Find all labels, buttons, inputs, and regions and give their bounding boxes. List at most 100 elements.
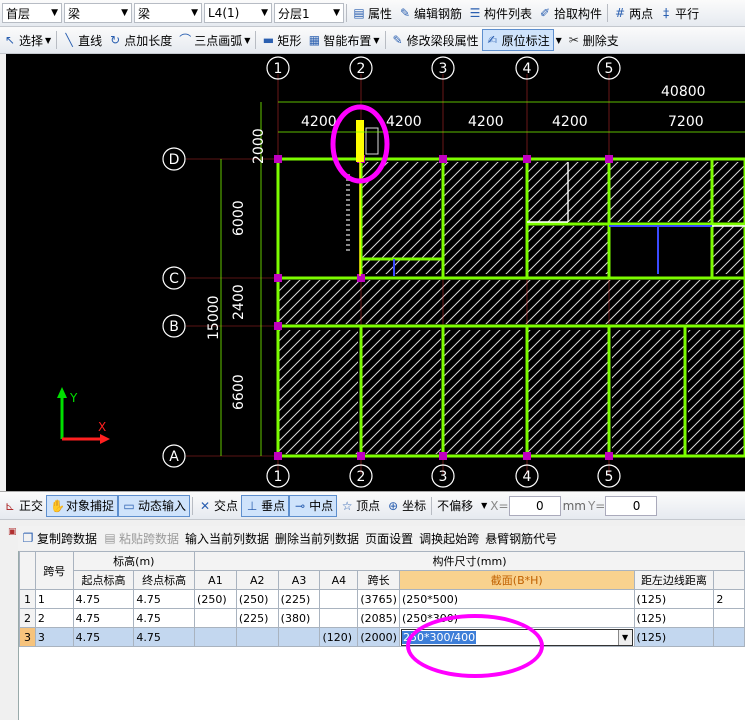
dim-span-4: 4200 [552, 114, 588, 130]
delete-support-button[interactable]: ✂ 删除支 [564, 29, 622, 51]
perpendicular-button[interactable]: ⊥ 垂点 [241, 494, 290, 517]
cell-start-elev[interactable]: 4.75 [72, 627, 135, 647]
cell-a4[interactable]: (120) [319, 627, 359, 647]
edit-rebar-button[interactable]: ✎ 编辑钢筋 [395, 2, 465, 24]
cell-section[interactable]: (250*300) [398, 608, 635, 628]
row-number: 1 [19, 589, 36, 609]
line-button[interactable]: ╲ 直线 [59, 29, 105, 51]
separator [56, 31, 58, 49]
cell-left-distance[interactable]: (125) [633, 608, 715, 628]
page-setup-button[interactable]: 页面设置 [362, 528, 416, 548]
dim-total-width: 40800 [661, 84, 706, 100]
cell-a3[interactable]: (380) [277, 608, 321, 628]
dynamic-input-button[interactable]: ▭ 动态输入 [118, 494, 191, 517]
cell-extra[interactable] [713, 627, 745, 647]
coords-button[interactable]: ⊕ 坐标 [383, 495, 429, 517]
corner-cell [19, 551, 36, 590]
properties-button[interactable]: ▤ 属性 [349, 2, 395, 24]
vertex-button[interactable]: ☆ 顶点 [337, 495, 383, 517]
axis-top-5: 5 [605, 61, 614, 77]
cell-span-no[interactable]: 1 [34, 589, 74, 609]
snap-toolbar: ⊾ 正交 ✋ 对象捕捉 ▭ 动态输入 ✕ 交点 ⊥ 垂点 ⊸ 中点 ☆ 顶点 ⊕ 坐标 不偏移 ▼… [0, 491, 745, 520]
cell-span-length[interactable]: (2000) [357, 627, 400, 647]
type-select[interactable]: 梁 ▼ [134, 3, 202, 23]
ucs-icon: Y X [57, 387, 110, 444]
cell-span-no[interactable]: 3 [34, 627, 74, 647]
cell-a1[interactable]: (250) [194, 589, 237, 609]
axis-left-a: A [169, 449, 179, 465]
midpoint-button[interactable]: ⊸ 中点 [289, 494, 338, 517]
input-column-button[interactable]: 输入当前列数据 [182, 528, 272, 548]
smart-layout-button[interactable]: ▦ 智能布置 ▼ [304, 29, 382, 51]
axis-bottom-2: 2 [357, 469, 366, 485]
parallel-icon: ‡ [663, 6, 670, 20]
header-extra [713, 570, 745, 590]
cell-section-editor[interactable]: 250*300/400 ▼ [398, 627, 635, 647]
table-row[interactable]: 1 1 4.75 4.75 (250) (250) (225) (3765) (… [19, 589, 745, 609]
drawing-canvas[interactable]: 40800 4200 4200 4200 4200 7200 2000 6000… [6, 54, 745, 491]
cell-span-length[interactable]: (2085) [357, 608, 400, 628]
intersection-button[interactable]: ✕ 交点 [195, 495, 241, 517]
layer-select[interactable]: 分层1 ▼ [274, 3, 344, 23]
cell-a4[interactable] [319, 608, 359, 628]
swap-start-button[interactable]: 调换起始跨 [416, 528, 482, 548]
x-coordinate-input[interactable]: 0 [508, 495, 561, 516]
copy-span-button[interactable]: ❐ 复制跨数据 [18, 528, 100, 548]
header-a2: A2 [235, 570, 279, 590]
cell-a3[interactable]: (225) [277, 589, 321, 609]
toolbar-draw: ↖ 选择 ▼ ╲ 直线 ↻ 点加长度 ⌒ 三点画弧 ▼ ▬ 矩形 ▦ 智能布置 ▼ ✎ 修改梁段属性… [0, 27, 745, 54]
chevron-down-icon[interactable]: ▼ [554, 36, 564, 45]
cell-extra[interactable] [713, 608, 745, 628]
axis-top-3: 3 [439, 61, 448, 77]
point-length-button[interactable]: ↻ 点加长度 [105, 29, 175, 51]
y-coordinate-input[interactable]: 0 [605, 495, 658, 516]
floor-select[interactable]: 首层 ▼ [2, 3, 62, 23]
member-list-button[interactable]: ☰ 构件列表 [465, 2, 535, 24]
member-select[interactable]: L4(1) ▼ [204, 3, 272, 23]
cell-a2[interactable]: (225) [235, 608, 279, 628]
cell-end-elev[interactable]: 4.75 [133, 627, 196, 647]
coords-icon: ⊕ [388, 498, 399, 513]
cell-start-elev[interactable]: 4.75 [72, 589, 135, 609]
parallel-button[interactable]: ‡ 平行 [656, 2, 702, 24]
section-dropdown[interactable]: 250*300/400 ▼ [400, 628, 633, 646]
offset-mode-select[interactable]: 不偏移 ▼ [434, 495, 490, 517]
delete-column-button[interactable]: 删除当前列数据 [272, 528, 362, 548]
chevron-down-icon: ▼ [51, 8, 58, 18]
cell-span-no[interactable]: 2 [34, 608, 74, 628]
section-value[interactable]: 250*300/400 [401, 630, 477, 644]
table-row[interactable]: 2 2 4.75 4.75 (225) (380) (2085) (250*30… [19, 608, 745, 628]
cell-left-distance[interactable]: (125) [633, 627, 715, 647]
pick-icon: ✐ [540, 6, 551, 20]
cell-a2[interactable]: (250) [235, 589, 279, 609]
object-snap-button[interactable]: ✋ 对象捕捉 [46, 494, 119, 517]
cantilever-code-button[interactable]: 悬臂钢筋代号 [482, 528, 560, 548]
cell-left-distance[interactable]: (125) [633, 589, 715, 609]
category-select[interactable]: 梁 ▼ [64, 3, 132, 23]
cell-a1[interactable] [194, 627, 237, 647]
span-data-grid: 跨号 标高(m) 构件尺寸(mm) 起点标高 终点标高 A1 A2 A3 A4 … [18, 551, 745, 720]
row-number: 3 [19, 627, 36, 647]
rectangle-button[interactable]: ▬ 矩形 [258, 29, 304, 51]
paste-span-button[interactable]: ▤ 粘贴跨数据 [100, 528, 182, 548]
separator [607, 4, 609, 22]
cell-end-elev[interactable]: 4.75 [133, 589, 196, 609]
pick-member-button[interactable]: ✐ 拾取构件 [535, 2, 605, 24]
cell-end-elev[interactable]: 4.75 [133, 608, 196, 628]
cell-a3[interactable] [277, 627, 321, 647]
cell-start-elev[interactable]: 4.75 [72, 608, 135, 628]
cell-a2[interactable] [235, 627, 279, 647]
in-situ-annotation-button[interactable]: ✍ 原位标注 [481, 29, 554, 51]
ortho-button[interactable]: ⊾ 正交 [0, 495, 46, 517]
two-points-button[interactable]: # 两点 [610, 2, 656, 24]
three-point-arc-button[interactable]: ⌒ 三点画弧 ▼ [175, 29, 253, 51]
cell-span-length[interactable]: (3765) [357, 589, 400, 609]
chevron-down-icon[interactable]: ▼ [617, 629, 632, 645]
cell-a1[interactable] [194, 608, 237, 628]
cell-a4[interactable] [319, 589, 359, 609]
table-row-selected[interactable]: 3 3 4.75 4.75 (120) (2000) 250*300/400 ▼… [19, 627, 745, 647]
select-button[interactable]: ↖ 选择 ▼ [0, 29, 54, 51]
modify-span-button[interactable]: ✎ 修改梁段属性 [388, 29, 482, 51]
cell-extra[interactable]: 2 [713, 589, 745, 609]
cell-section[interactable]: (250*500) [398, 589, 635, 609]
